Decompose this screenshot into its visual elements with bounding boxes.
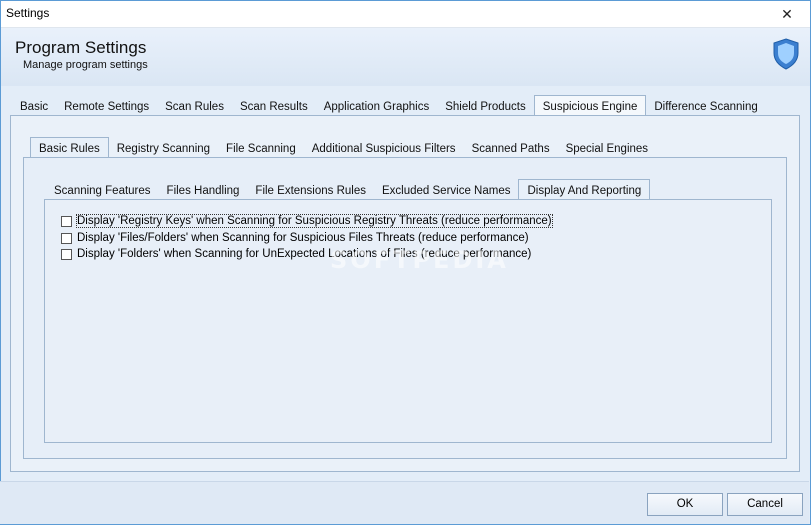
header: Program Settings Manage program settings (1, 28, 810, 86)
page-title: Program Settings (15, 38, 147, 57)
innertab-scanning-features[interactable]: Scanning Features (46, 181, 159, 201)
checkbox[interactable] (61, 232, 72, 244)
cancel-button[interactable]: Cancel (727, 493, 803, 516)
tab-basic[interactable]: Basic (12, 97, 56, 117)
innertab-excluded-service-names[interactable]: Excluded Service Names (374, 181, 518, 201)
sub-tab-row: Basic Rules Registry Scanning File Scannin… (30, 136, 656, 160)
innertab-files-handling[interactable]: Files Handling (159, 181, 248, 201)
tab-difference-scanning[interactable]: Difference Scanning (646, 97, 765, 117)
title-bar: Settings ✕ (1, 1, 810, 28)
option-files-folders[interactable]: Display 'Files/Folders' when Scanning fo… (61, 232, 529, 244)
checkbox[interactable] (61, 215, 72, 227)
subtab-registry-scanning[interactable]: Registry Scanning (109, 139, 218, 159)
checkbox[interactable] (61, 248, 72, 260)
subtab-special-engines[interactable]: Special Engines (558, 139, 656, 159)
subtab-file-scanning[interactable]: File Scanning (218, 139, 304, 159)
main-tab-row: Basic Remote Settings Scan Rules Scan Resul… (12, 94, 766, 118)
close-icon[interactable]: ✕ (764, 1, 810, 27)
tab-shield-products[interactable]: Shield Products (437, 97, 534, 117)
dialog-footer: OK Cancel (0, 481, 809, 524)
window-title: Settings (6, 6, 50, 20)
tab-scan-rules[interactable]: Scan Rules (157, 97, 232, 117)
tab-application-graphics[interactable]: Application Graphics (316, 97, 437, 117)
ok-button[interactable]: OK (647, 493, 723, 516)
subtab-additional-suspicious-filters[interactable]: Additional Suspicious Filters (304, 139, 464, 159)
tab-remote-settings[interactable]: Remote Settings (56, 97, 157, 117)
page-subtitle: Manage program settings (23, 59, 148, 71)
inner-tab-row: Scanning Features Files Handling File Exte… (46, 178, 651, 202)
option-registry-keys[interactable]: Display 'Registry Keys' when Scanning fo… (61, 214, 553, 228)
option-label: Display 'Registry Keys' when Scanning fo… (76, 214, 553, 228)
watermark: SOFTPEDIA (330, 246, 509, 274)
shield-icon (773, 38, 799, 70)
innertab-file-extensions-rules[interactable]: File Extensions Rules (247, 181, 374, 201)
subtab-scanned-paths[interactable]: Scanned Paths (464, 139, 558, 159)
tab-scan-results[interactable]: Scan Results (232, 97, 316, 117)
option-label: Display 'Files/Folders' when Scanning fo… (77, 232, 529, 244)
